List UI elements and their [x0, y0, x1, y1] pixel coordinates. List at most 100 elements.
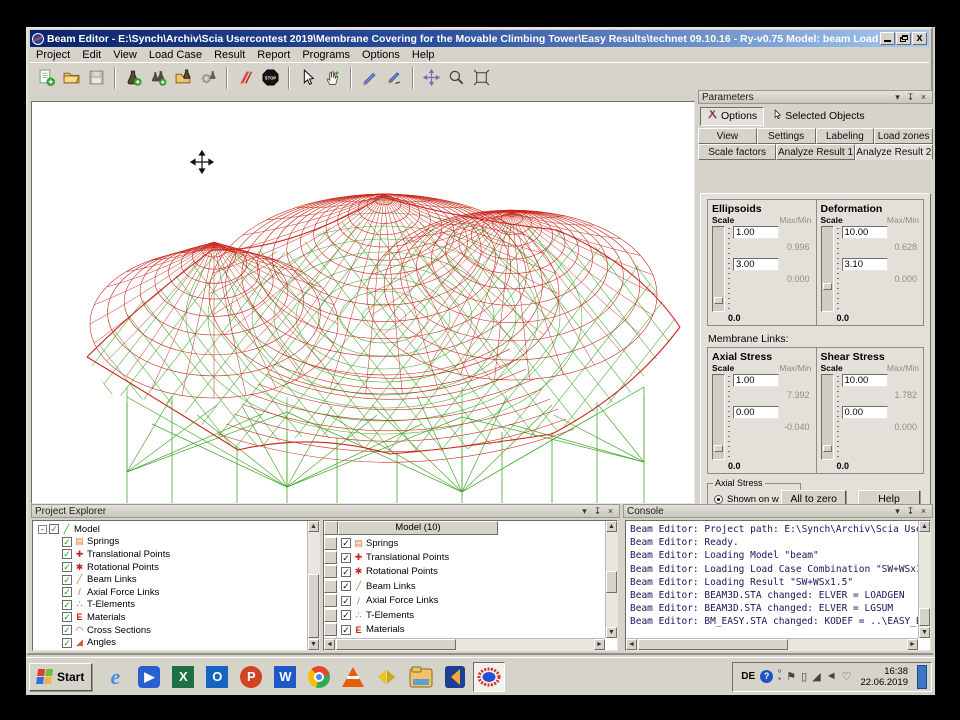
minimize-button[interactable]: [880, 32, 895, 45]
scroll-left-icon[interactable]: ◄: [626, 639, 637, 650]
row-header-cell[interactable]: [324, 594, 337, 607]
input-mode-icon[interactable]: º*: [778, 669, 781, 685]
checkbox[interactable]: ✓: [62, 549, 72, 559]
close-icon[interactable]: ×: [918, 506, 929, 517]
scale-slider[interactable]: [821, 374, 834, 460]
panel-menu-icon[interactable]: ▾: [892, 506, 903, 517]
taskbar-app-file-manager[interactable]: [405, 662, 437, 692]
delete-results-button[interactable]: [233, 65, 258, 90]
checkbox[interactable]: ✓: [62, 625, 72, 635]
checkbox[interactable]: ✓: [341, 567, 351, 577]
draw-pen-alt-button[interactable]: [382, 65, 407, 90]
project-explorer-header[interactable]: Project Explorer ▾ ↧ ×: [31, 504, 620, 518]
row-header-cell[interactable]: [324, 580, 337, 593]
slider-thumb[interactable]: [823, 283, 832, 290]
scale-min-input[interactable]: [842, 258, 888, 271]
new-load-case-combination-button[interactable]: [146, 65, 171, 90]
save-model-button[interactable]: [84, 65, 109, 90]
menu-project[interactable]: Project: [30, 49, 76, 61]
scale-max-input[interactable]: [842, 226, 888, 239]
signal-icon[interactable]: ◢: [812, 670, 820, 683]
menu-load-case[interactable]: Load Case: [143, 49, 208, 61]
flag-icon[interactable]: ⚑: [786, 670, 796, 683]
grid-row-translational-points[interactable]: ✓✚Translational Points: [324, 550, 617, 564]
new-load-case-button[interactable]: [121, 65, 146, 90]
tree-item-t-elements[interactable]: ✓∴T-Elements: [36, 599, 319, 612]
taskbar-app-word[interactable]: W: [269, 662, 301, 692]
menu-edit[interactable]: Edit: [76, 49, 107, 61]
console-header[interactable]: Console ▾ ↧ ×: [623, 504, 933, 518]
tree-item-cross-sections[interactable]: ✓◠Cross Sections: [36, 624, 319, 637]
scrollbar-thumb[interactable]: [336, 639, 456, 650]
select-arrow-button[interactable]: [295, 65, 320, 90]
help-tray-icon[interactable]: ?: [760, 670, 773, 683]
scroll-right-icon[interactable]: ►: [594, 639, 605, 650]
checkbox[interactable]: ✓: [341, 581, 351, 591]
language-indicator[interactable]: DE: [741, 671, 755, 682]
tab-load-zones[interactable]: Load zones: [874, 128, 933, 144]
console-output[interactable]: Beam Editor: Project path: E:\Synch\Arch…: [625, 520, 931, 651]
taskbar-app-blue-viewer[interactable]: [439, 662, 471, 692]
tree-vertical-scrollbar[interactable]: ▲ ▼: [307, 521, 319, 650]
tree-item-model[interactable]: -✓╱Model: [36, 523, 319, 536]
mode-tab-selected-objects[interactable]: Selected Objects: [766, 107, 870, 126]
scrollbar-thumb[interactable]: [308, 574, 319, 638]
taskbar-app-excel[interactable]: X: [167, 662, 199, 692]
grid-horizontal-scrollbar[interactable]: ◄ ►: [324, 638, 605, 650]
checkbox[interactable]: ✓: [341, 625, 351, 635]
zoom-view-button[interactable]: [444, 65, 469, 90]
stop-calculation-button[interactable]: STOP: [258, 65, 283, 90]
scrollbar-thumb[interactable]: [638, 639, 788, 650]
viewport-3d[interactable]: [31, 101, 695, 504]
pin-icon[interactable]: ↧: [905, 506, 916, 517]
scale-min-input[interactable]: [733, 258, 779, 271]
menu-report[interactable]: Report: [251, 49, 296, 61]
slider-thumb[interactable]: [823, 445, 832, 452]
grid-row-axial-force-links[interactable]: ✓/Axial Force Links: [324, 594, 617, 608]
scale-min-input[interactable]: [733, 406, 779, 419]
grid-header-model[interactable]: Model (10): [338, 521, 498, 535]
heart-icon[interactable]: ♡: [842, 670, 852, 683]
checkbox[interactable]: ✓: [62, 575, 72, 585]
tab-labeling[interactable]: Labeling: [816, 128, 875, 144]
tab-analyze-result-1[interactable]: Analyze Result 1: [776, 144, 854, 160]
menu-options[interactable]: Options: [356, 49, 406, 61]
menu-help[interactable]: Help: [406, 49, 441, 61]
radio-icon[interactable]: [714, 495, 723, 504]
console-horizontal-scrollbar[interactable]: ◄ ►: [626, 638, 918, 650]
taskbar-app-powerpoint[interactable]: P: [235, 662, 267, 692]
checkbox[interactable]: ✓: [341, 610, 351, 620]
panel-menu-icon[interactable]: ▾: [579, 506, 590, 517]
tree-item-rotational-points[interactable]: ✓✱Rotational Points: [36, 561, 319, 574]
checkbox[interactable]: ✓: [62, 638, 72, 648]
panel-menu-icon[interactable]: ▾: [892, 92, 903, 103]
draw-pen-button[interactable]: [357, 65, 382, 90]
grid-row-t-elements[interactable]: ✓∴T-Elements: [324, 608, 617, 622]
show-desktop-strip[interactable]: [917, 665, 927, 689]
new-model-button[interactable]: [34, 65, 59, 90]
scrollbar-thumb[interactable]: [919, 608, 930, 626]
scale-max-input[interactable]: [733, 374, 779, 387]
slider-thumb[interactable]: [714, 297, 723, 304]
scale-max-input[interactable]: [842, 374, 888, 387]
checkbox[interactable]: ✓: [49, 524, 59, 534]
scroll-down-icon[interactable]: ▼: [606, 627, 617, 638]
menu-result[interactable]: Result: [208, 49, 251, 61]
open-model-button[interactable]: [59, 65, 84, 90]
scale-max-input[interactable]: [733, 226, 779, 239]
load-case-settings-button[interactable]: [196, 65, 221, 90]
menu-programs[interactable]: Programs: [296, 49, 356, 61]
tree-item-loadzones[interactable]: ✓▱Loadzones: [36, 649, 319, 651]
tab-view[interactable]: View: [698, 128, 757, 144]
tree-item-angles[interactable]: ✓◢Angles: [36, 636, 319, 649]
battery-icon[interactable]: ▯: [801, 670, 807, 683]
restore-button[interactable]: [896, 32, 911, 45]
scroll-down-icon[interactable]: ▼: [308, 639, 319, 650]
checkbox[interactable]: ✓: [62, 600, 72, 610]
tree-item-translational-points[interactable]: ✓✚Translational Points: [36, 548, 319, 561]
scale-min-input[interactable]: [842, 406, 888, 419]
pin-icon[interactable]: ↧: [905, 92, 916, 103]
grid-row-springs[interactable]: ✓▤Springs: [324, 536, 617, 550]
grid-row-materials[interactable]: ✓EMaterials: [324, 622, 617, 636]
row-header-cell[interactable]: [324, 609, 337, 622]
